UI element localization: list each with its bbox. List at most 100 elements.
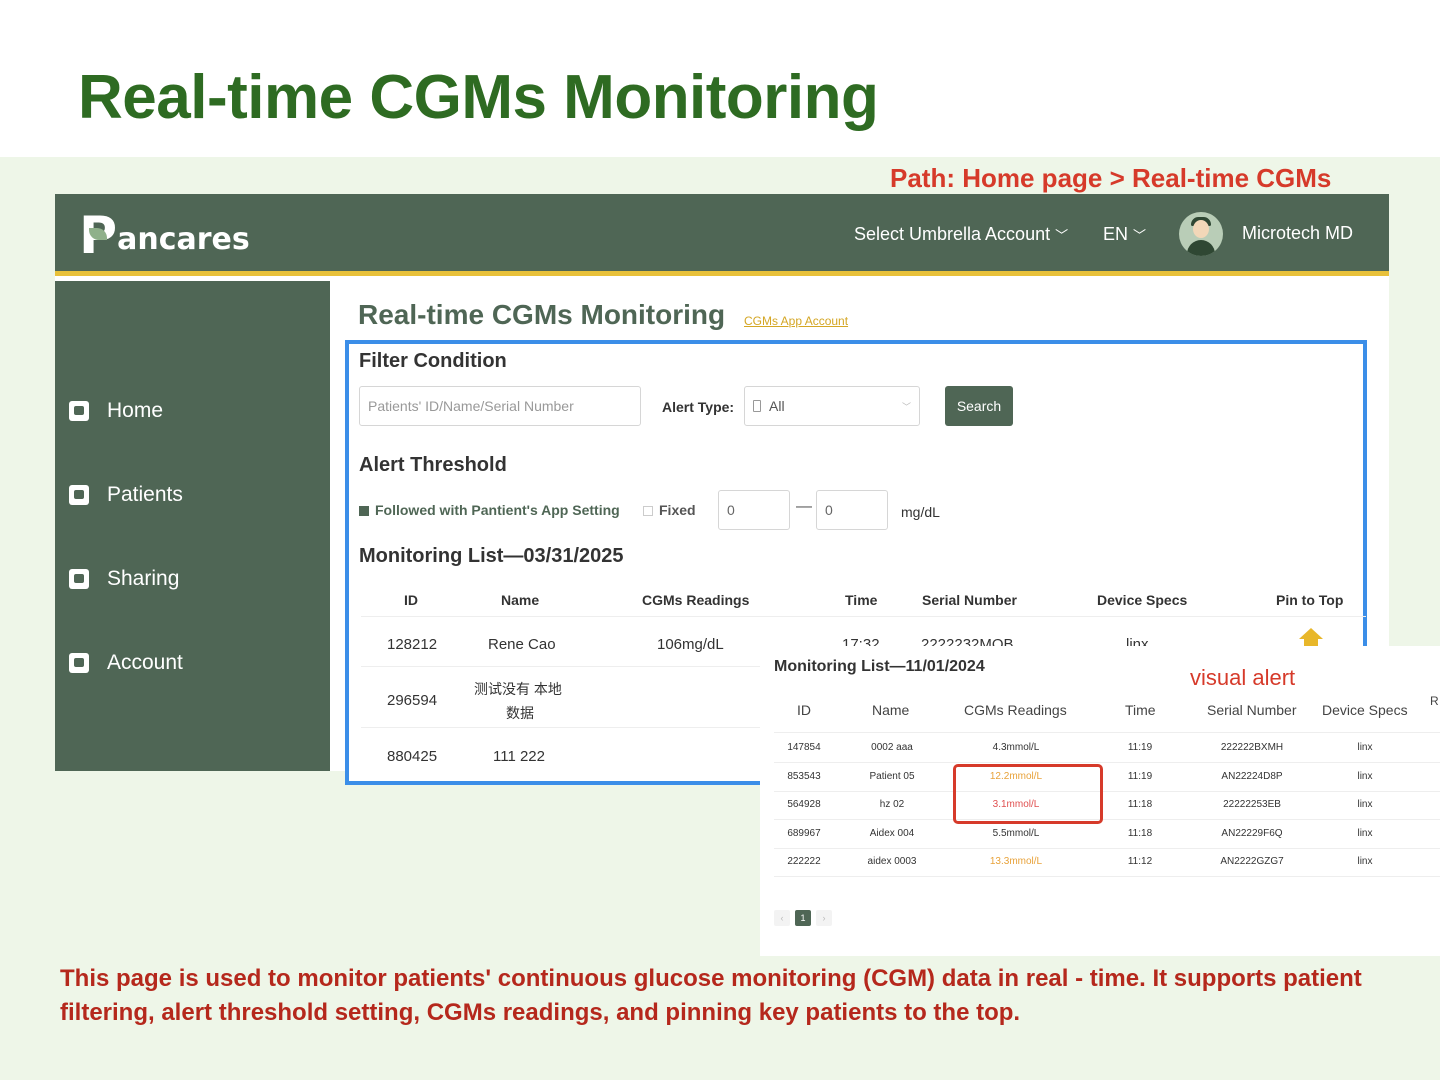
share-icon (69, 569, 89, 589)
column-cgms-readings: CGMs Readings (642, 592, 750, 608)
pager-current-page[interactable]: 1 (795, 910, 811, 926)
alert-type-select[interactable]: All ﹀ (744, 386, 920, 426)
ov-row-time: 11:19 (1127, 770, 1153, 782)
page-title: Real-time CGMs Monitoring (358, 299, 726, 330)
pin-to-top-icon[interactable] (1299, 628, 1323, 639)
sidebar-item-label: Home (107, 399, 164, 422)
avatar[interactable] (1179, 212, 1223, 256)
ov-row-name: 0002 aaa (871, 742, 913, 753)
column-time: Time (845, 592, 878, 608)
table-divider (774, 790, 1440, 792)
threshold-max-input[interactable]: 0 (816, 490, 888, 530)
column-serial-number: Serial Number (922, 592, 1017, 608)
ov-column-name: Name (872, 702, 910, 718)
threshold-min-input[interactable]: 0 (718, 490, 790, 530)
ov-row-reading: 5.5mmol/L (992, 827, 1040, 839)
fixed-threshold-checkbox[interactable]: Fixed (643, 502, 696, 518)
followed-app-setting-checkbox[interactable]: Followed with Pantient's App Setting (359, 502, 620, 518)
device-icon (753, 400, 761, 412)
path-note: Path: Home page > Real-time CGMs (890, 163, 1332, 193)
row-id: 296594 (387, 692, 438, 709)
table-divider (774, 847, 1440, 849)
ov-row-time: 11:12 (1127, 856, 1153, 867)
visual-alert-screenshot: Monitoring List—11/01/2024 visual alert … (760, 646, 1440, 956)
ov-row-id: 564928 (787, 799, 821, 810)
ov-row-time: 11:18 (1127, 827, 1153, 839)
checkbox-checked-icon (359, 506, 369, 517)
ov-row-serial: AN22224D8P (1221, 770, 1283, 782)
pager-prev-button[interactable]: ‹ (774, 910, 790, 926)
ov-row-id: 147854 (787, 742, 821, 753)
row-reading: 106mg/dL (657, 636, 724, 653)
followed-app-setting-label: Followed with Pantient's App Setting (375, 502, 620, 518)
fixed-threshold-label: Fixed (659, 502, 696, 518)
ov-row-serial: AN2222GZG7 (1220, 856, 1284, 867)
column-device-specs: Device Specs (1097, 592, 1188, 608)
column-id: ID (404, 592, 418, 608)
alert-type-value: All (769, 398, 785, 414)
sidebar-item-label: Sharing (107, 567, 180, 590)
checkbox-unchecked-icon (643, 506, 653, 517)
ov-row-device: linx (1357, 799, 1373, 810)
patient-search-input[interactable]: Patients' ID/Name/Serial Number (359, 386, 641, 426)
umbrella-account-select[interactable]: Select Umbrella Account ﹀ (854, 224, 1068, 245)
sidebar-item-label: Patients (107, 483, 183, 506)
slide-title: Real-time CGMs Monitoring (78, 63, 879, 132)
row-id: 128212 (387, 636, 438, 653)
ov-row-name: aidex 0003 (867, 856, 917, 867)
top-bar: Pancares Select Umbrella Account ﹀ EN ﹀ … (55, 194, 1389, 276)
column-pin-to-top: Pin to Top (1276, 592, 1344, 608)
ov-row-serial: AN22229F6Q (1221, 827, 1283, 839)
cgms-app-account-link[interactable]: CGMs App Account (744, 314, 848, 328)
ov-column-device-specs: Device Specs (1322, 702, 1408, 718)
visual-alert-label: visual alert (1190, 665, 1296, 690)
threshold-range-dash: — (796, 498, 812, 515)
home-icon (69, 401, 89, 421)
row-name: Rene Cao (488, 636, 556, 653)
ov-row-name: Aidex 004 (869, 827, 915, 839)
sidebar-item-home[interactable]: Home (69, 399, 163, 423)
row-id: 880425 (387, 748, 438, 765)
search-button[interactable]: Search (945, 386, 1013, 426)
ov-row-device: linx (1357, 856, 1373, 867)
sidebar-item-label: Account (107, 651, 183, 674)
sidebar-item-patients[interactable]: Patients (69, 483, 183, 507)
slide-description: This page is used to monitor patients' c… (60, 965, 1362, 1026)
ov-row-device: linx (1357, 742, 1373, 753)
logo-text: ancares (117, 222, 250, 257)
pancares-logo[interactable]: Pancares (79, 206, 250, 266)
threshold-unit: mg/dL (901, 504, 940, 520)
visual-alert-highlight-box (953, 764, 1103, 824)
sidebar-item-sharing[interactable]: Sharing (69, 567, 179, 591)
sidebar-item-account[interactable]: Account (69, 651, 183, 675)
language-label: EN (1103, 224, 1129, 244)
ov-row-name: Patient 05 (869, 770, 915, 782)
ov-row-reading: 4.3mmol/L (992, 742, 1040, 753)
monitoring-list-title: Monitoring List—03/31/2025 (359, 545, 624, 567)
account-icon (69, 653, 89, 673)
pager-next-button[interactable]: › (816, 910, 832, 926)
ov-column-serial-number: Serial Number (1207, 702, 1297, 718)
alert-type-label: Alert Type: (662, 399, 735, 415)
table-divider (774, 876, 1440, 877)
ov-column-cgms-readings: CGMs Readings (964, 702, 1067, 718)
table-divider (361, 616, 1366, 617)
language-select[interactable]: EN ﹀ (1103, 224, 1146, 245)
sidebar: Home Patients Sharing Account (55, 281, 330, 771)
ov-row-name: hz 02 (879, 799, 905, 810)
ov-column-cut-off: R (1430, 694, 1439, 708)
ov-row-time: 11:19 (1127, 742, 1153, 753)
ov-row-reading: 13.3mmol/L (989, 856, 1043, 867)
row-name-line1: 测试没有 本地 (474, 681, 562, 697)
ov-row-device: linx (1357, 827, 1373, 839)
ov-row-time: 11:18 (1127, 799, 1153, 810)
patients-icon (69, 485, 89, 505)
table-divider (774, 762, 1440, 763)
ov-row-serial: 22222253EB (1223, 799, 1281, 810)
chevron-down-icon: ﹀ (1133, 228, 1147, 243)
user-name[interactable]: Microtech MD (1242, 223, 1353, 244)
filter-condition-title: Filter Condition (359, 350, 507, 372)
chevron-down-icon: ﹀ (1055, 228, 1069, 243)
chevron-down-icon: ﹀ (901, 401, 911, 412)
alert-threshold-title: Alert Threshold (359, 454, 507, 476)
